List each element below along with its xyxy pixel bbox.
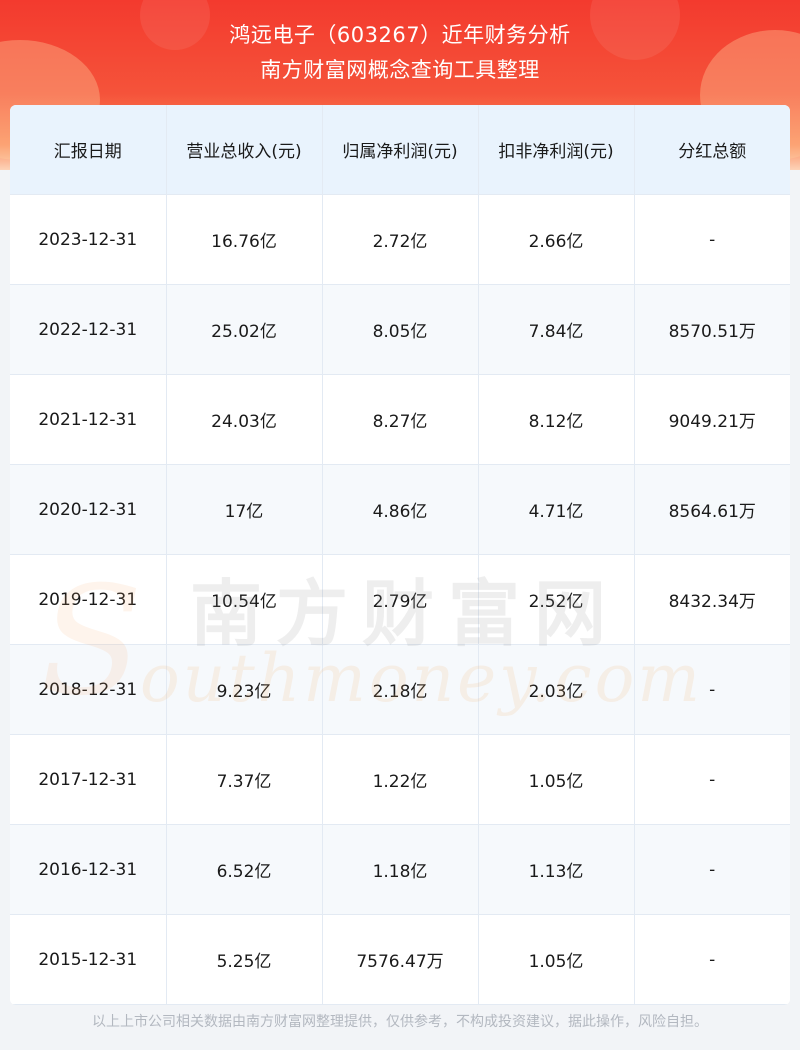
cell-deducted-net-profit: 7.84亿 [478, 284, 635, 375]
cell-deducted-net-profit: 1.05亿 [478, 734, 635, 825]
column-header-date: 汇报日期 [10, 105, 167, 195]
cell-deducted-net-profit: 1.05亿 [478, 914, 635, 1005]
financial-table-card: 汇报日期 营业总收入(元) 归属净利润(元) 扣非净利润(元) 分红总额 202… [10, 105, 790, 1005]
table-row: 2022-12-31 25.02亿 8.05亿 7.84亿 8570.51万 [10, 284, 790, 375]
cell-net-profit: 7576.47万 [322, 914, 479, 1005]
cell-deducted-net-profit: 1.13亿 [478, 824, 635, 915]
cell-revenue: 25.02亿 [166, 284, 323, 375]
cell-deducted-net-profit: 2.52亿 [478, 554, 635, 645]
cell-deducted-net-profit: 2.03亿 [478, 644, 635, 735]
cell-date: 2016-12-31 [10, 824, 167, 915]
cell-deducted-net-profit: 2.66亿 [478, 194, 635, 285]
cell-date: 2021-12-31 [10, 374, 167, 465]
cell-net-profit: 2.72亿 [322, 194, 479, 285]
column-header-deducted-net-profit: 扣非净利润(元) [478, 105, 635, 195]
page-title: 鸿远电子（603267）近年财务分析 [229, 23, 571, 47]
cell-date: 2020-12-31 [10, 464, 167, 555]
table-row: 2015-12-31 5.25亿 7576.47万 1.05亿 - [10, 914, 790, 1005]
table-row: 2017-12-31 7.37亿 1.22亿 1.05亿 - [10, 734, 790, 825]
cell-net-profit: 8.05亿 [322, 284, 479, 375]
table-row: 2023-12-31 16.76亿 2.72亿 2.66亿 - [10, 194, 790, 285]
cell-net-profit: 1.18亿 [322, 824, 479, 915]
cell-dividend: - [634, 194, 790, 285]
table-row: 2018-12-31 9.23亿 2.18亿 2.03亿 - [10, 644, 790, 735]
cell-revenue: 24.03亿 [166, 374, 323, 465]
cell-dividend: 8570.51万 [634, 284, 790, 375]
table-row: 2021-12-31 24.03亿 8.27亿 8.12亿 9049.21万 [10, 374, 790, 465]
cell-date: 2018-12-31 [10, 644, 167, 735]
cell-dividend: 8564.61万 [634, 464, 790, 555]
cell-revenue: 16.76亿 [166, 194, 323, 285]
cell-dividend: 8432.34万 [634, 554, 790, 645]
page-subtitle: 南方财富网概念查询工具整理 [260, 58, 540, 82]
column-header-dividend: 分红总额 [634, 105, 790, 195]
cell-dividend: - [634, 734, 790, 825]
cell-revenue: 5.25亿 [166, 914, 323, 1005]
table-row: 2019-12-31 10.54亿 2.79亿 2.52亿 8432.34万 [10, 554, 790, 645]
cell-revenue: 9.23亿 [166, 644, 323, 735]
cell-deducted-net-profit: 4.71亿 [478, 464, 635, 555]
cell-net-profit: 8.27亿 [322, 374, 479, 465]
footer-disclaimer: 以上上市公司相关数据由南方财富网整理提供，仅供参考，不构成投资建议，据此操作，风… [92, 1014, 708, 1030]
financial-table: 汇报日期 营业总收入(元) 归属净利润(元) 扣非净利润(元) 分红总额 202… [10, 105, 790, 1005]
cell-date: 2023-12-31 [10, 194, 167, 285]
cell-revenue: 7.37亿 [166, 734, 323, 825]
table-header-row: 汇报日期 营业总收入(元) 归属净利润(元) 扣非净利润(元) 分红总额 [10, 105, 790, 195]
cell-revenue: 17亿 [166, 464, 323, 555]
cell-dividend: - [634, 644, 790, 735]
table-row: 2020-12-31 17亿 4.86亿 4.71亿 8564.61万 [10, 464, 790, 555]
cell-net-profit: 1.22亿 [322, 734, 479, 825]
cell-dividend: 9049.21万 [634, 374, 790, 465]
cell-dividend: - [634, 824, 790, 915]
cell-date: 2017-12-31 [10, 734, 167, 825]
cell-net-profit: 2.79亿 [322, 554, 479, 645]
cell-date: 2019-12-31 [10, 554, 167, 645]
table-row: 2016-12-31 6.52亿 1.18亿 1.13亿 - [10, 824, 790, 915]
cell-net-profit: 4.86亿 [322, 464, 479, 555]
cell-deducted-net-profit: 8.12亿 [478, 374, 635, 465]
cell-dividend: - [634, 914, 790, 1005]
column-header-net-profit: 归属净利润(元) [322, 105, 479, 195]
cell-net-profit: 2.18亿 [322, 644, 479, 735]
cell-date: 2015-12-31 [10, 914, 167, 1005]
cell-revenue: 10.54亿 [166, 554, 323, 645]
cell-date: 2022-12-31 [10, 284, 167, 375]
cell-revenue: 6.52亿 [166, 824, 323, 915]
column-header-revenue: 营业总收入(元) [166, 105, 323, 195]
